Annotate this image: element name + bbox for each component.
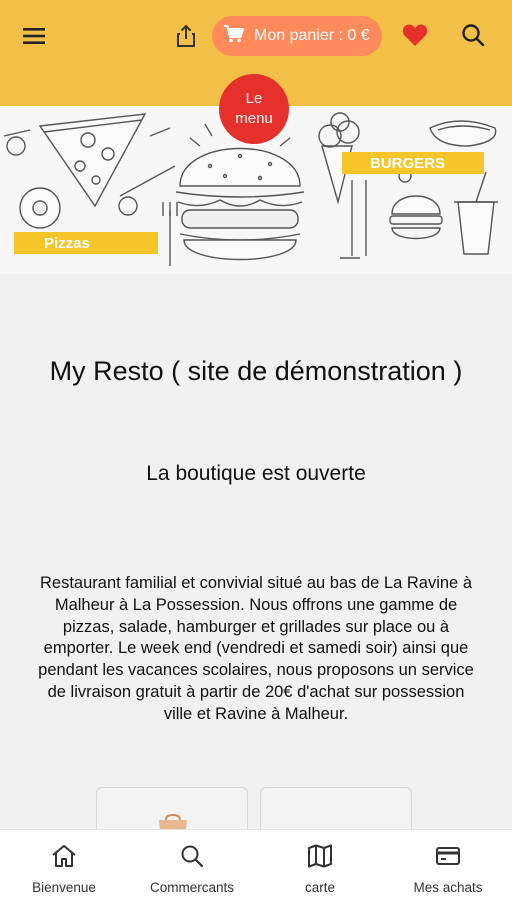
le-menu-badge[interactable]: Le menu bbox=[219, 74, 289, 144]
burgers-tag: BURGERS bbox=[342, 152, 484, 174]
search-icon bbox=[180, 844, 204, 873]
heart-icon[interactable] bbox=[398, 18, 432, 52]
restaurant-description: Restaurant familial et convivial situé a… bbox=[38, 574, 474, 723]
share-icon[interactable] bbox=[172, 20, 200, 52]
menu-badge-line1: Le bbox=[245, 90, 263, 107]
restaurant-title: My Resto ( site de démonstration ) bbox=[0, 356, 512, 387]
menu-badge-line2: menu bbox=[235, 110, 273, 127]
shop-status: La boutique est ouverte bbox=[146, 462, 366, 485]
nav-mes-achats[interactable]: Mes achats bbox=[384, 830, 512, 900]
nav-carte[interactable]: carte bbox=[256, 830, 384, 900]
nav-commercants[interactable]: Commercants bbox=[128, 830, 256, 900]
cart-button[interactable]: Mon panier : 0 € bbox=[212, 16, 382, 56]
search-icon[interactable] bbox=[456, 18, 490, 52]
nav-label: Mes achats bbox=[413, 880, 483, 895]
nav-label: Bienvenue bbox=[32, 880, 96, 895]
cart-icon bbox=[224, 24, 244, 48]
restaurant-title-text: My Resto ( site de démonstration ) bbox=[49, 356, 463, 386]
nav-bienvenue[interactable]: Bienvenue bbox=[0, 830, 128, 900]
cart-label: Mon panier : 0 € bbox=[254, 27, 370, 44]
bottom-navigation: Bienvenue Commercants carte Mes achats bbox=[0, 829, 512, 900]
pizzas-tag: Pizzas bbox=[14, 232, 158, 254]
nav-label: Commercants bbox=[149, 880, 235, 895]
menu-icon[interactable] bbox=[18, 22, 52, 50]
card-icon bbox=[435, 844, 461, 873]
nav-label: carte bbox=[304, 880, 335, 895]
map-icon bbox=[307, 844, 333, 873]
home-icon bbox=[51, 844, 77, 873]
